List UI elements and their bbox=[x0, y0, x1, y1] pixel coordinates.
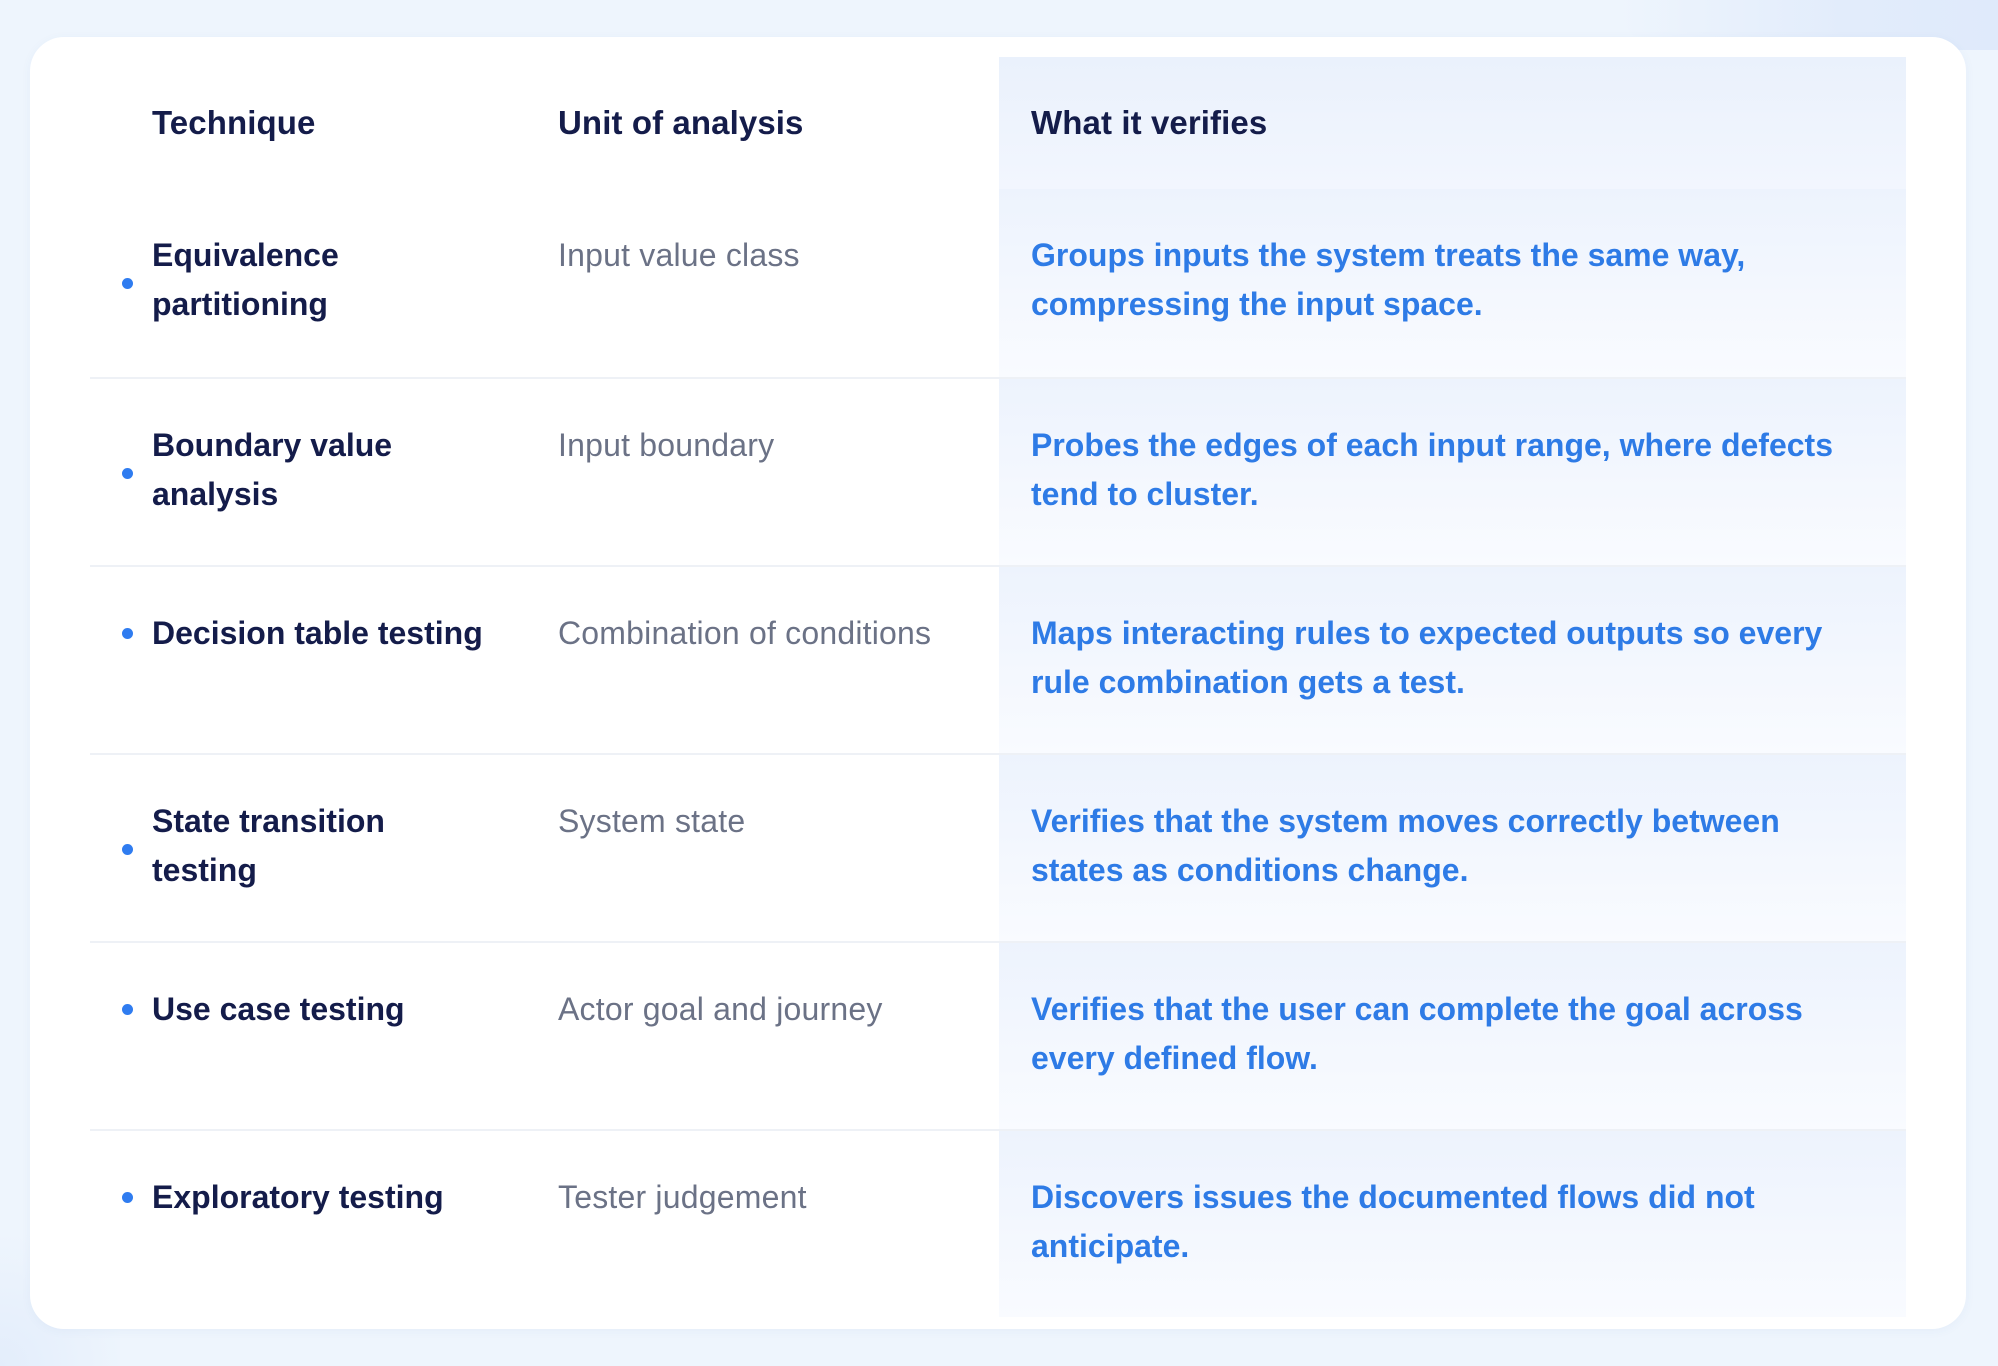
table-row: Equivalence partitioning Input value cla… bbox=[90, 189, 1906, 377]
technique-cell: State transition testing bbox=[90, 755, 526, 941]
table-row: Boundary value analysis Input boundary P… bbox=[90, 377, 1906, 565]
table-row: Exploratory testing Tester judgement Dis… bbox=[90, 1129, 1906, 1317]
verifies-cell: Maps interacting rules to expected outpu… bbox=[999, 567, 1906, 753]
bullet-dot bbox=[122, 1192, 133, 1203]
verifies-cell: Verifies that the system moves correctly… bbox=[999, 755, 1906, 941]
technique-cell: Boundary value analysis bbox=[90, 379, 526, 565]
verifies-cell: Discovers issues the documented flows di… bbox=[999, 1131, 1906, 1317]
technique-name: Boundary value analysis bbox=[152, 427, 393, 512]
technique-cell: Decision table testing bbox=[90, 567, 526, 753]
techniques-table: Technique Unit of analysis What it verif… bbox=[90, 57, 1906, 1317]
unit-cell: Combination of conditions bbox=[558, 615, 932, 651]
unit-cell: Input value class bbox=[558, 237, 800, 273]
technique-cell: Exploratory testing bbox=[90, 1131, 526, 1317]
bullet-dot bbox=[122, 844, 133, 855]
technique-name: Equivalence partitioning bbox=[152, 237, 339, 322]
verifies-cell: Verifies that the user can complete the … bbox=[999, 943, 1906, 1129]
unit-cell: Actor goal and journey bbox=[558, 991, 883, 1027]
bullet-dot bbox=[122, 278, 133, 289]
column-header-unit: Unit of analysis bbox=[558, 104, 804, 141]
technique-cell: Equivalence partitioning bbox=[90, 189, 526, 377]
table-row: Use case testing Actor goal and journey … bbox=[90, 941, 1906, 1129]
technique-cell: Use case testing bbox=[90, 943, 526, 1129]
technique-name: Decision table testing bbox=[152, 615, 483, 651]
unit-cell: Input boundary bbox=[558, 427, 775, 463]
technique-name: State transition testing bbox=[152, 803, 385, 888]
technique-name: Use case testing bbox=[152, 991, 405, 1027]
technique-name: Exploratory testing bbox=[152, 1179, 444, 1215]
table-header: Technique Unit of analysis What it verif… bbox=[90, 57, 1906, 189]
column-header-verifies: What it verifies bbox=[999, 57, 1906, 189]
unit-cell: System state bbox=[558, 803, 746, 839]
unit-cell: Tester judgement bbox=[558, 1179, 807, 1215]
bullet-dot bbox=[122, 1004, 133, 1015]
verifies-cell: Groups inputs the system treats the same… bbox=[999, 189, 1906, 377]
bullet-dot bbox=[122, 468, 133, 479]
verifies-cell: Probes the edges of each input range, wh… bbox=[999, 379, 1906, 565]
bullet-dot bbox=[122, 628, 133, 639]
table-card: Technique Unit of analysis What it verif… bbox=[30, 37, 1966, 1329]
table-row: Decision table testing Combination of co… bbox=[90, 565, 1906, 753]
column-header-technique: Technique bbox=[152, 104, 316, 141]
table-row: State transition testing System state Ve… bbox=[90, 753, 1906, 941]
